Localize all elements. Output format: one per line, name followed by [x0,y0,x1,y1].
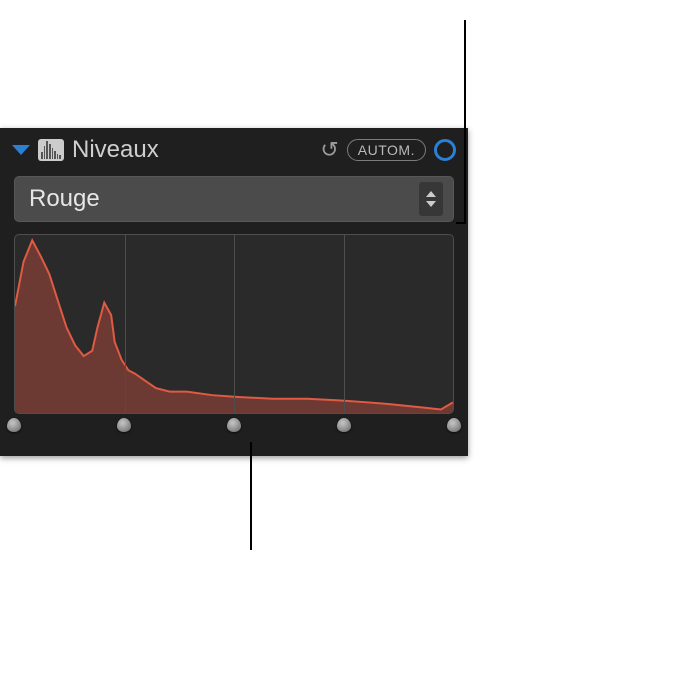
grid-line [344,235,345,413]
auto-button[interactable]: AUTOM. [347,139,426,161]
grid-line [125,235,126,413]
enable-ring-icon[interactable] [434,139,456,161]
channel-dropdown[interactable]: Rouge [14,176,454,222]
channel-dropdown-label: Rouge [29,185,419,213]
panel-header: Niveaux ↺ AUTOM. [0,128,468,172]
levels-handle[interactable] [337,418,351,432]
levels-handle[interactable] [227,418,241,432]
histogram [14,234,454,414]
levels-panel: Niveaux ↺ AUTOM. Rouge [0,128,468,456]
callout-line-dropdown [464,20,484,224]
levels-icon [38,139,64,161]
undo-icon[interactable]: ↺ [320,137,338,163]
levels-handle[interactable] [117,418,131,432]
handles-row [14,414,454,434]
panel-title: Niveaux [72,136,312,164]
levels-handle[interactable] [447,418,461,432]
disclosure-triangle-icon[interactable] [12,145,30,155]
levels-handle[interactable] [7,418,21,432]
grid-line [234,235,235,413]
callout-line-handles [250,442,252,550]
dropdown-stepper-icon [419,182,443,216]
